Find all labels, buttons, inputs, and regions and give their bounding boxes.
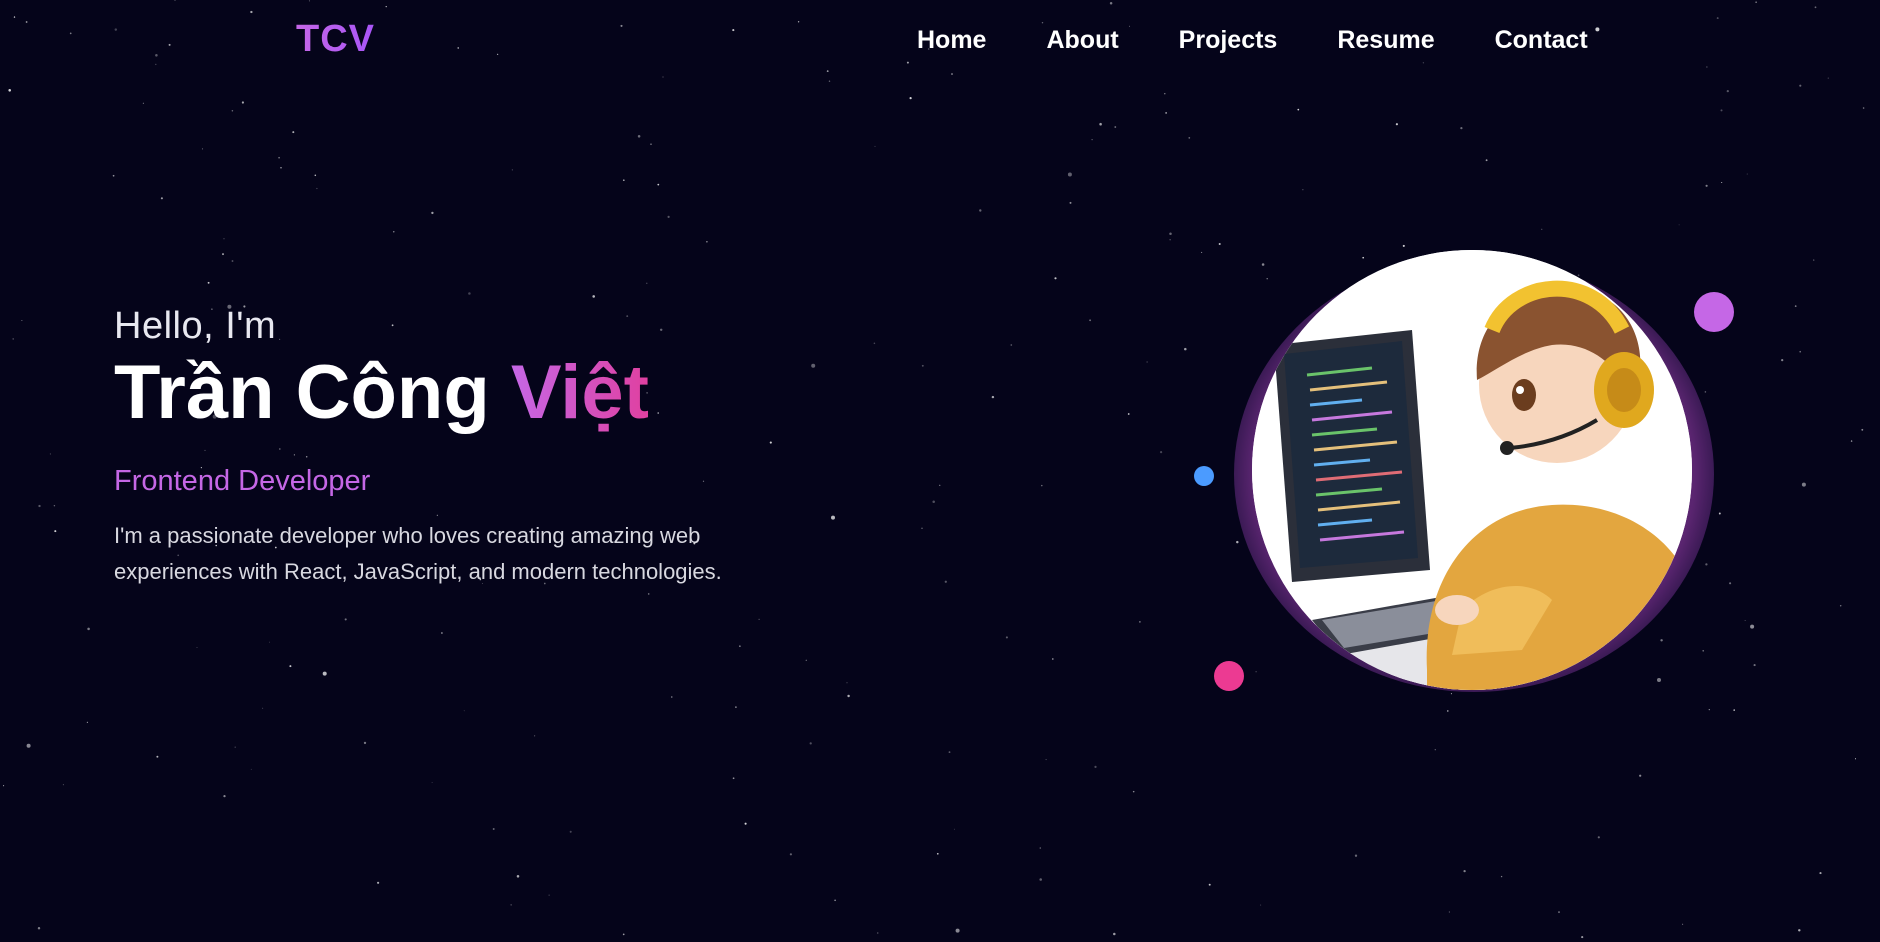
avatar-image xyxy=(1252,250,1692,690)
navbar: TCV Home About Projects Resume Contact xyxy=(0,0,1880,80)
nav-link-projects[interactable]: Projects xyxy=(1179,26,1278,55)
nav-link-about[interactable]: About xyxy=(1046,26,1118,55)
hero-role: Frontend Developer xyxy=(114,465,371,498)
nav-link-resume[interactable]: Resume xyxy=(1337,26,1434,55)
hero-name: Trần Công Việt xyxy=(114,350,774,435)
decorative-dot-blue xyxy=(1194,466,1214,486)
avatar-frame xyxy=(1234,250,1714,694)
nav-link-home[interactable]: Home xyxy=(917,26,986,55)
nav-link-contact[interactable]: Contact xyxy=(1495,26,1588,55)
hero-name-first: Trần Công xyxy=(114,350,490,435)
hero-greeting: Hello, I'm xyxy=(114,305,277,347)
hero-name-accent: Việt xyxy=(510,350,649,435)
hero-intro: Hello, I'm Trần Công Việt Frontend Devel… xyxy=(114,305,774,590)
nav-links: Home About Projects Resume Contact xyxy=(917,26,1588,55)
site-logo[interactable]: TCV xyxy=(296,18,375,61)
hero-bio: I'm a passionate developer who loves cre… xyxy=(114,523,722,585)
developer-avatar-icon xyxy=(1252,250,1692,690)
